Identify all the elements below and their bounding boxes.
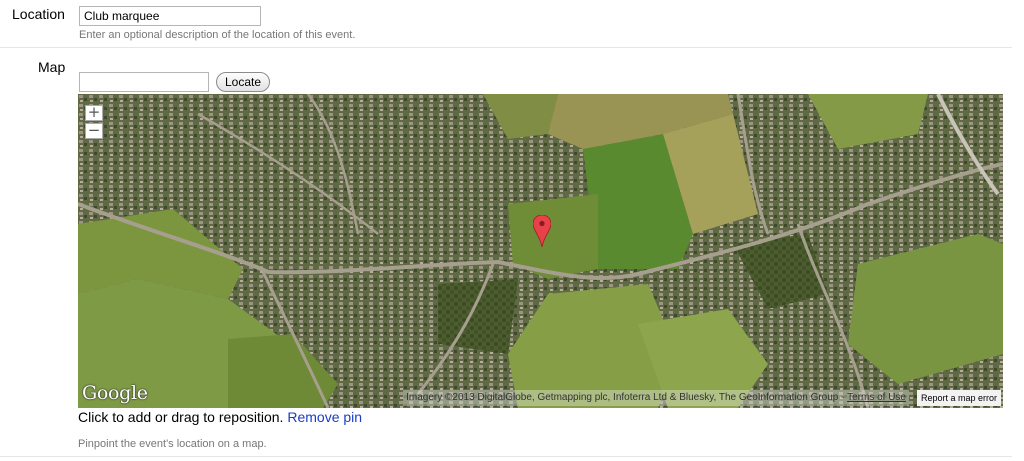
map-attribution: Imagery ©2013 DigitalGlobe, Getmapping p…: [403, 390, 909, 406]
zoom-in-button[interactable]: +: [85, 105, 103, 121]
location-help: Enter an optional description of the loc…: [79, 29, 356, 41]
google-logo: Google: [82, 382, 148, 404]
divider: [0, 456, 1012, 457]
map-pin-icon[interactable]: [533, 215, 551, 247]
map-hint-text: Click to add or drag to reposition.: [78, 409, 284, 425]
map-search-input[interactable]: [79, 72, 209, 92]
map-canvas[interactable]: + − Google Imagery ©2013 DigitalGlobe, G…: [78, 94, 1003, 408]
attribution-text: Imagery ©2013 DigitalGlobe, Getmapping p…: [406, 392, 845, 403]
map-help: Pinpoint the event's location on a map.: [78, 438, 267, 450]
zoom-out-button[interactable]: −: [85, 123, 103, 139]
locate-button[interactable]: Locate: [216, 72, 270, 92]
satellite-imagery: [78, 94, 1003, 408]
terms-of-use-link[interactable]: Terms of Use: [847, 392, 906, 403]
remove-pin-link[interactable]: Remove pin: [287, 409, 362, 425]
location-input[interactable]: [79, 6, 261, 26]
divider: [0, 47, 1012, 48]
map-instructions: Click to add or drag to reposition. Remo…: [78, 409, 362, 425]
report-map-error-link[interactable]: Report a map error: [916, 390, 1001, 406]
location-label: Location: [12, 6, 65, 22]
map-label: Map: [38, 59, 66, 75]
